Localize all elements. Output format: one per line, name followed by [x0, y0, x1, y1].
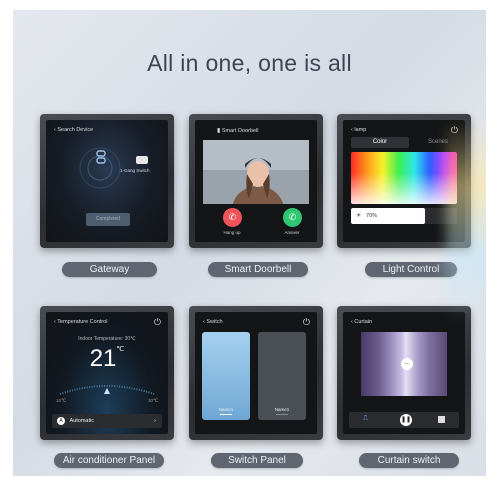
brightness-slider[interactable]: ☀ 70% — [351, 208, 457, 224]
curtain-open-icon[interactable]: ⎍ — [363, 415, 368, 423]
curtain-drag-handle[interactable]: ⇔ — [401, 358, 413, 370]
temperature-dial[interactable] — [56, 374, 158, 398]
switch-device-icon[interactable] — [136, 156, 148, 164]
gateway-caption: Gateway — [62, 262, 157, 277]
headline: All in one, one is all — [147, 50, 352, 76]
light-caption: Light Control — [365, 262, 457, 277]
switch-caption: Switch Panel — [211, 453, 303, 468]
curtain-panel: ‹ Curtain ⇔ ⎍ ❚❚ — [337, 306, 471, 440]
ac-screen-title: Temperature Control — [57, 319, 108, 325]
back-icon[interactable]: ‹ — [351, 319, 353, 325]
back-icon[interactable]: ‹ — [54, 319, 56, 325]
curtain-close-icon[interactable] — [438, 416, 445, 423]
ac-header: ‹ Temperature Control — [54, 319, 107, 325]
mode-badge: A — [57, 417, 65, 425]
power-icon[interactable]: ⏻ — [303, 317, 310, 328]
ac-screen: ‹ Temperature Control ⏻ Indoor Temperatu… — [46, 312, 168, 434]
doorbell-panel: ▮ Smart Doorbell ✆ ✆ Hang up Answer — [189, 114, 323, 248]
switch-screen: ‹ Switch ⏻ Name1 Name1 — [195, 312, 317, 434]
tab-scenes[interactable]: Scenes — [409, 137, 465, 148]
max-temp-label: 30℃ — [147, 398, 158, 403]
curtain-header: ‹ Curtain — [351, 319, 372, 325]
curtain-controls: ⎍ ❚❚ — [349, 412, 459, 428]
light-header: ‹ lamp — [351, 127, 366, 133]
gateway-hub-icon — [96, 150, 106, 164]
switch-gang-1-indicator — [220, 414, 232, 415]
answer-label: Answer — [284, 230, 300, 235]
mode-label: Automatic — [69, 418, 94, 424]
switch-screen-title: Switch — [206, 319, 223, 325]
light-tabs: Color Scenes — [351, 137, 457, 148]
switch-header: ‹ Switch — [203, 319, 223, 325]
hang-up-label: Hang up — [223, 230, 241, 235]
light-panel: ‹ lamp ⏻ Color Scenes ☀ 70% — [337, 114, 471, 248]
back-icon[interactable]: ‹ — [203, 319, 205, 325]
tab-color[interactable]: Color — [351, 137, 409, 148]
switch-gang-2-indicator — [276, 414, 288, 415]
doorbell-screen-title: Smart Doorbell — [221, 128, 259, 134]
gateway-header: ‹ Search Device — [54, 127, 93, 133]
light-screen: ‹ lamp ⏻ Color Scenes ☀ 70% — [343, 120, 465, 242]
curtain-caption: Curtain switch — [359, 453, 459, 468]
completed-button[interactable]: Completed — [86, 213, 130, 226]
switch-gang-2-label: Name1 — [274, 407, 290, 412]
back-icon[interactable]: ‹ — [351, 127, 353, 133]
temperature-display: 21℃ — [46, 345, 168, 373]
curtain-screen: ‹ Curtain ⇔ ⎍ ❚❚ — [343, 312, 465, 434]
answer-button[interactable]: ✆ — [283, 208, 302, 227]
gateway-panel: ‹ Search Device 1-Gang Switch Completed — [40, 114, 174, 248]
hang-up-button[interactable]: ✆ — [223, 208, 242, 227]
gateway-screen-title: Search Device — [57, 127, 94, 133]
switch-gang-1[interactable]: Name1 — [202, 332, 250, 420]
indoor-temp-label: Indoor Temperature: 30℃ — [78, 336, 136, 342]
switch-gang-1-label: Name1 — [218, 407, 234, 412]
curtain-screen-title: Curtain — [354, 319, 373, 325]
product-showcase: All in one, one is all ‹ Search Device 1… — [13, 10, 486, 476]
pause-button[interactable]: ❚❚ — [400, 414, 412, 426]
doorbell-header: ▮ Smart Doorbell — [217, 127, 259, 134]
mode-selector[interactable]: A Automatic › — [52, 414, 162, 428]
min-temp-label: 16℃ — [56, 398, 67, 403]
doorbell-video — [203, 140, 309, 204]
doorbell-screen: ▮ Smart Doorbell ✆ ✆ Hang up Answer — [195, 120, 317, 242]
switch-panel: ‹ Switch ⏻ Name1 Name1 — [189, 306, 323, 440]
curtain-preview[interactable]: ⇔ — [361, 332, 447, 396]
temperature-value: 21 — [89, 345, 117, 372]
color-picker[interactable] — [351, 152, 457, 204]
brightness-label: 70% — [366, 213, 378, 219]
sun-icon: ☀ — [356, 213, 362, 219]
doorbell-caption: Smart Doorbell — [208, 262, 308, 277]
chevron-right-icon: › — [154, 418, 156, 424]
device-label: 1-Gang Switch — [120, 168, 150, 173]
back-icon[interactable]: ‹ — [54, 127, 56, 133]
ac-caption: Air conditioner Panel — [54, 453, 164, 468]
power-icon[interactable]: ⏻ — [451, 125, 458, 136]
brightness-fill — [351, 208, 426, 224]
temperature-unit: ℃ — [116, 346, 125, 353]
power-icon[interactable]: ⏻ — [154, 317, 161, 328]
gateway-screen: ‹ Search Device 1-Gang Switch Completed — [46, 120, 168, 242]
light-screen-title: lamp — [354, 127, 367, 133]
visitor-image — [203, 140, 309, 204]
ac-panel: ‹ Temperature Control ⏻ Indoor Temperatu… — [40, 306, 174, 440]
doorbell-icon: ▮ — [217, 128, 221, 134]
switch-gang-2[interactable]: Name1 — [258, 332, 306, 420]
